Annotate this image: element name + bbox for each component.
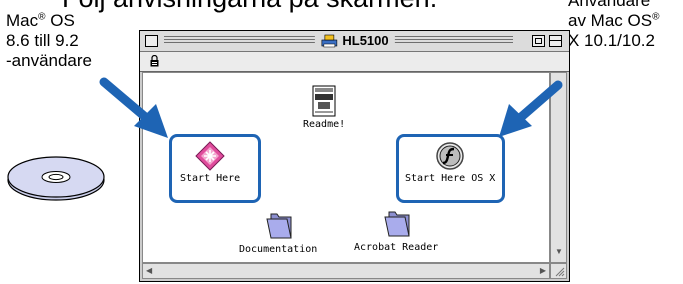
documentation-folder-item[interactable]: Documentation: [239, 210, 317, 255]
documentation-label: Documentation: [239, 244, 318, 255]
readme-label: Readme!: [303, 119, 346, 130]
annotation-right-line2: av Mac OS®: [568, 11, 660, 30]
vertical-scrollbar[interactable]: ▼: [550, 72, 567, 263]
start-here-item[interactable]: Start Here: [180, 141, 240, 184]
annotation-mac-os-x: Användare av Mac OS® X 10.1/10.2: [568, 0, 659, 51]
readme-document-icon: [312, 85, 336, 117]
acrobat-reader-label: Acrobat Reader: [354, 242, 439, 253]
annotation-left-line3: -användare: [6, 51, 93, 70]
scroll-right-arrow-icon[interactable]: ▶: [540, 267, 546, 275]
annotation-left-line1: Mac® OS: [6, 11, 75, 30]
scroll-left-arrow-icon[interactable]: ◀: [146, 267, 152, 275]
scroll-down-arrow-icon[interactable]: ▼: [555, 248, 563, 256]
window-title: HL5100: [342, 33, 389, 48]
lock-icon: [150, 55, 159, 67]
start-here-label: Start Here: [180, 173, 241, 184]
acrobat-reader-folder-item[interactable]: Acrobat Reader: [354, 208, 438, 253]
start-here-os-x-label: Start Here OS X: [405, 173, 496, 184]
finder-window: HL5100 Readme! Start Here Start Here OS …: [139, 30, 570, 282]
annotation-mac-os-9: Mac® OS 8.6 till 9.2 -användare: [6, 11, 92, 71]
window-content-area: Readme! Start Here Start Here OS X Docum…: [142, 72, 550, 263]
window-title-bar[interactable]: HL5100: [140, 31, 569, 52]
window-header-bar: [140, 52, 569, 72]
instruction-heading: Följ anvisningarna på skärmen.: [62, 0, 437, 14]
close-box-icon[interactable]: [145, 35, 158, 47]
folder-icon: [266, 213, 292, 239]
resize-grip-icon[interactable]: [550, 263, 567, 279]
printer-icon: [321, 34, 337, 47]
start-here-installer-icon: [195, 141, 225, 171]
annotation-right-line3: X 10.1/10.2: [568, 31, 655, 50]
readme-item[interactable]: Readme!: [303, 85, 345, 130]
collapse-box-icon[interactable]: [549, 35, 562, 47]
folder-icon: [384, 211, 410, 237]
annotation-right-line1: Användare: [568, 0, 651, 10]
flash-installer-icon: [436, 142, 464, 170]
start-here-os-x-item[interactable]: Start Here OS X: [405, 141, 495, 184]
zoom-box-icon[interactable]: [532, 35, 545, 47]
annotation-left-line2: 8.6 till 9.2: [6, 31, 79, 50]
horizontal-scrollbar[interactable]: ◀ ▶: [142, 263, 550, 279]
window-title-group: HL5100: [314, 33, 395, 48]
